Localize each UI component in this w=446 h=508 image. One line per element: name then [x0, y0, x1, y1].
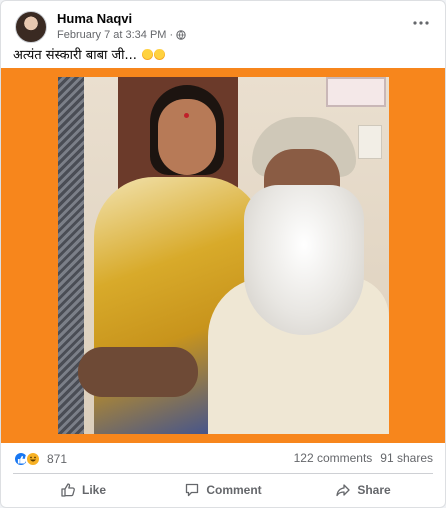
post-media[interactable]	[1, 68, 445, 443]
post-timestamp[interactable]: February 7 at 3:34 PM	[57, 29, 166, 41]
author-name[interactable]: Huma Naqvi	[57, 11, 132, 26]
post-meta: February 7 at 3:34 PM ·	[57, 29, 186, 41]
post-caption: अत्यंत संस्कारी बाबा जी...	[13, 45, 166, 63]
meta-separator: ·	[169, 29, 174, 41]
share-button[interactable]: Share	[293, 476, 433, 504]
more-options-button[interactable]	[409, 13, 433, 33]
photo-frame	[326, 77, 386, 107]
comment-icon	[186, 483, 199, 497]
share-label: Share	[357, 483, 391, 497]
like-button[interactable]: Like	[13, 476, 153, 504]
comment-label: Comment	[206, 483, 262, 497]
engagement-counts: 122 comments 91 shares	[294, 451, 433, 465]
photo-arm	[78, 347, 198, 397]
post-header: Huma Naqvi February 7 at 3:34 PM ·	[11, 9, 435, 43]
post-actions: Like Comment Share	[13, 476, 433, 504]
reactions-summary[interactable]: 871	[13, 451, 67, 467]
actions-divider	[13, 473, 433, 474]
photo-woman-face	[158, 99, 216, 175]
post-photo[interactable]	[58, 77, 389, 434]
thumbs-up-icon	[61, 483, 75, 497]
photo-switchboard	[358, 125, 382, 159]
post-card: Huma Naqvi February 7 at 3:34 PM · अत्यं…	[0, 0, 446, 508]
reaction-count[interactable]: 871	[47, 452, 67, 466]
comments-count[interactable]: 122 comments	[294, 451, 373, 465]
photo-bindi	[184, 113, 189, 118]
photo-man-beard	[244, 185, 364, 335]
comment-button[interactable]: Comment	[153, 476, 293, 504]
share-icon	[336, 484, 350, 497]
globe-icon[interactable]	[176, 30, 186, 40]
avatar[interactable]	[15, 11, 47, 43]
haha-reaction-icon	[25, 451, 41, 467]
thinking-face-icon	[142, 49, 154, 60]
shares-count[interactable]: 91 shares	[380, 451, 433, 465]
caption-text: अत्यंत संस्कारी बाबा जी...	[13, 48, 137, 63]
like-label: Like	[81, 483, 106, 497]
post-stats: 871 122 comments 91 shares	[13, 451, 433, 469]
thinking-face-icon	[154, 49, 166, 60]
more-dots-icon	[413, 21, 429, 25]
